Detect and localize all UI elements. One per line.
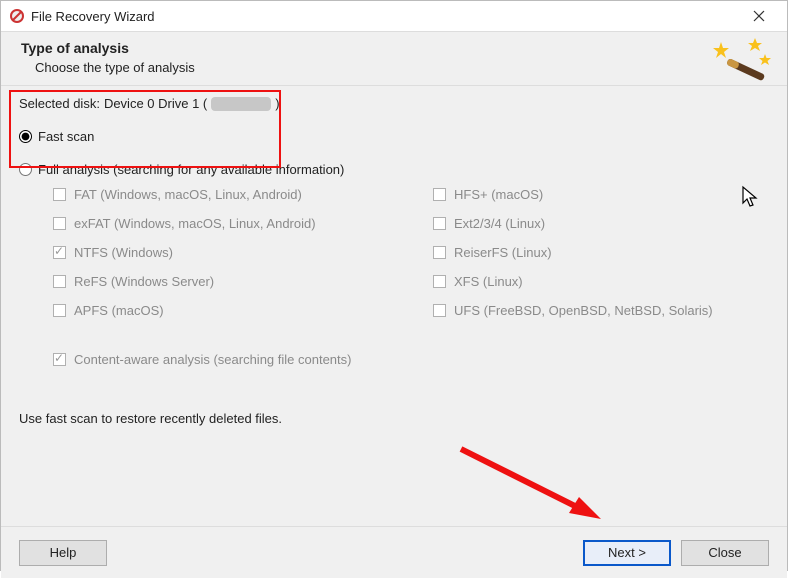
fs-checkbox-hfs[interactable]: HFS+ (macOS) (433, 187, 763, 202)
selected-disk-suffix: ) (275, 96, 279, 111)
page-subtitle: Choose the type of analysis (35, 60, 771, 75)
close-window-button[interactable] (739, 2, 779, 30)
fs-checkbox-ufs[interactable]: UFS (FreeBSD, OpenBSD, NetBSD, Solaris) (433, 303, 763, 318)
wizard-header: Type of analysis Choose the type of anal… (1, 31, 787, 86)
fast-scan-radio[interactable]: Fast scan (19, 129, 769, 144)
app-icon (9, 8, 25, 24)
fs-checkbox-ext[interactable]: Ext2/3/4 (Linux) (433, 216, 763, 231)
fs-label: XFS (Linux) (454, 274, 523, 289)
full-analysis-radio-input[interactable] (19, 163, 32, 176)
checkbox-icon (53, 188, 66, 201)
checkbox-icon (433, 275, 446, 288)
fs-checkbox-exfat[interactable]: exFAT (Windows, macOS, Linux, Android) (53, 216, 433, 231)
selected-disk-device: Device 0 Drive 1 ( (104, 96, 207, 111)
checkbox-icon (53, 217, 66, 230)
wizard-body: Selected disk: Device 0 Drive 1 ( ) Fast… (1, 86, 787, 526)
checkbox-icon (53, 304, 66, 317)
close-button-label: Close (708, 545, 741, 560)
help-button[interactable]: Help (19, 540, 107, 566)
fs-label: NTFS (Windows) (74, 245, 173, 260)
fs-label: HFS+ (macOS) (454, 187, 543, 202)
fast-scan-radio-input[interactable] (19, 130, 32, 143)
next-button[interactable]: Next > (583, 540, 671, 566)
content-aware-label: Content-aware analysis (searching file c… (74, 352, 351, 367)
fs-label: ReFS (Windows Server) (74, 274, 214, 289)
fs-checkbox-reiserfs[interactable]: ReiserFS (Linux) (433, 245, 763, 260)
fast-scan-label: Fast scan (38, 129, 94, 144)
fs-checkbox-apfs[interactable]: APFS (macOS) (53, 303, 433, 318)
wizard-footer: Help Next > Close (1, 526, 787, 578)
checkbox-icon (433, 304, 446, 317)
wizard-wand-icon (711, 34, 775, 82)
window-title: File Recovery Wizard (31, 9, 739, 24)
selected-disk-prefix: Selected disk: (19, 96, 100, 111)
fs-checkbox-ntfs[interactable]: NTFS (Windows) (53, 245, 433, 260)
fs-label: FAT (Windows, macOS, Linux, Android) (74, 187, 302, 202)
help-button-label: Help (50, 545, 77, 560)
checkbox-icon (53, 246, 66, 259)
fs-label: UFS (FreeBSD, OpenBSD, NetBSD, Solaris) (454, 303, 713, 318)
checkbox-icon (433, 188, 446, 201)
checkbox-icon (433, 246, 446, 259)
full-analysis-label: Full analysis (searching for any availab… (38, 162, 344, 177)
fs-checkbox-xfs[interactable]: XFS (Linux) (433, 274, 763, 289)
checkbox-icon (53, 275, 66, 288)
fs-checkbox-refs[interactable]: ReFS (Windows Server) (53, 274, 433, 289)
checkbox-icon (53, 353, 66, 366)
next-button-label: Next > (608, 545, 646, 560)
mouse-cursor-icon (741, 185, 761, 209)
full-analysis-radio[interactable]: Full analysis (searching for any availab… (19, 162, 769, 177)
fs-label: Ext2/3/4 (Linux) (454, 216, 545, 231)
checkbox-icon (433, 217, 446, 230)
selected-disk-label: Selected disk: Device 0 Drive 1 ( ) (19, 96, 769, 111)
titlebar: File Recovery Wizard (1, 1, 787, 31)
hint-text: Use fast scan to restore recently delete… (19, 411, 769, 426)
page-title: Type of analysis (21, 40, 771, 56)
filesystem-grid: FAT (Windows, macOS, Linux, Android) HFS… (53, 187, 769, 318)
header-text: Type of analysis Choose the type of anal… (21, 40, 771, 75)
close-button[interactable]: Close (681, 540, 769, 566)
redacted-disk-name (211, 97, 271, 111)
fs-label: exFAT (Windows, macOS, Linux, Android) (74, 216, 316, 231)
fs-label: ReiserFS (Linux) (454, 245, 552, 260)
fs-label: APFS (macOS) (74, 303, 164, 318)
content-aware-checkbox[interactable]: Content-aware analysis (searching file c… (53, 352, 769, 367)
fs-checkbox-fat[interactable]: FAT (Windows, macOS, Linux, Android) (53, 187, 433, 202)
